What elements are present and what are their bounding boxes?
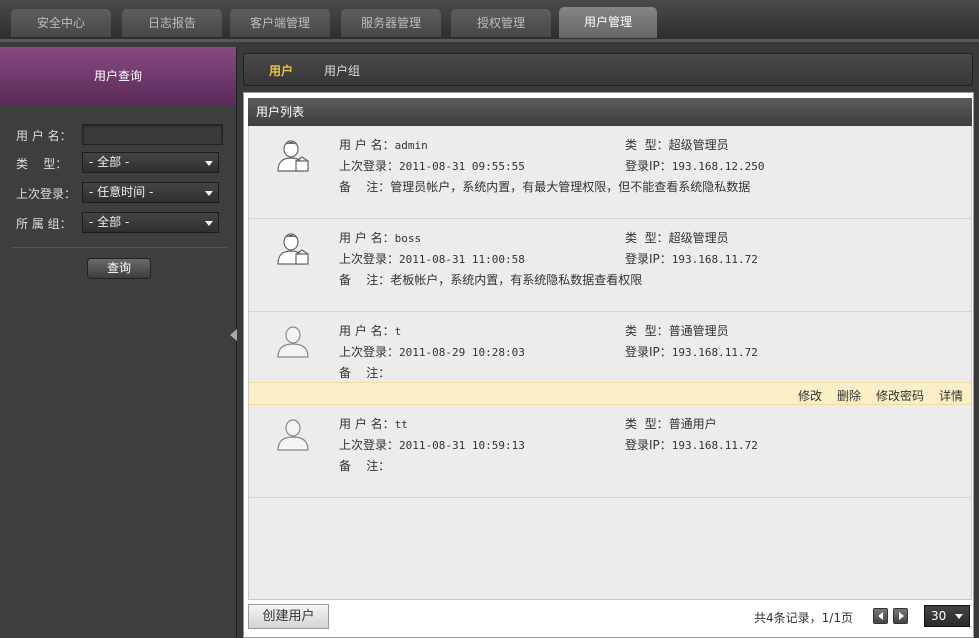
last-login-filter: 上次登录： - 任意时间 - bbox=[16, 182, 226, 204]
username-field: 用 户 名：tt bbox=[339, 417, 408, 431]
note-field: 备 注： bbox=[339, 459, 391, 473]
group-select-value: - 全部 - bbox=[89, 215, 130, 229]
admin-user-icon bbox=[277, 140, 309, 172]
username-field: 用 户 名：t bbox=[339, 324, 402, 338]
next-page-button[interactable] bbox=[893, 608, 908, 624]
delete-link[interactable]: 删除 bbox=[837, 387, 861, 404]
sidebar: 用户查询 用 户 名： 类 型： - 全部 - 上次登录： - 任意时间 - 所… bbox=[0, 47, 237, 638]
chevron-down-icon bbox=[205, 221, 213, 226]
type-select-value: - 全部 - bbox=[89, 155, 130, 169]
last-login-select[interactable]: - 任意时间 - bbox=[82, 182, 219, 203]
type-label: 类 型： bbox=[16, 157, 68, 171]
user-row[interactable]: 用 户 名：t 上次登录：2011-08-29 10:28:03 备 注： 类 … bbox=[249, 312, 971, 382]
sub-nav: 用户 用户组 bbox=[243, 53, 973, 86]
username-input[interactable] bbox=[82, 124, 223, 145]
chevron-down-icon bbox=[205, 191, 213, 196]
last-login-select-value: - 任意时间 - bbox=[89, 185, 154, 199]
user-row[interactable]: 用 户 名：tt 上次登录：2011-08-31 10:59:13 备 注： 类… bbox=[249, 405, 971, 498]
last-login-field: 上次登录：2011-08-31 09:55:55 bbox=[339, 159, 525, 173]
query-button[interactable]: 查询 bbox=[87, 258, 151, 279]
user-row[interactable]: 用 户 名：boss 上次登录：2011-08-31 11:00:58 备 注：… bbox=[249, 219, 971, 312]
type-field: 类 型：超级管理员 bbox=[625, 138, 729, 152]
create-user-button[interactable]: 创建用户 bbox=[248, 604, 329, 629]
user-row[interactable]: 用 户 名：admin 上次登录：2011-08-31 09:55:55 备 注… bbox=[249, 126, 971, 219]
type-field: 类 型：普通用户 bbox=[625, 417, 717, 431]
prev-page-button[interactable] bbox=[873, 608, 888, 624]
username-filter: 用 户 名： bbox=[16, 124, 226, 146]
last-login-field: 上次登录：2011-08-29 10:28:03 bbox=[339, 345, 525, 359]
user-icon bbox=[277, 419, 309, 451]
user-list: 用 户 名：admin 上次登录：2011-08-31 09:55:55 备 注… bbox=[248, 126, 972, 600]
note-field: 备 注： bbox=[339, 366, 391, 380]
chevron-right-icon bbox=[899, 612, 904, 620]
page-size-value: 30 bbox=[931, 609, 947, 623]
top-nav: 安全中心 日志报告 客户端管理 服务器管理 授权管理 用户管理 bbox=[0, 0, 979, 42]
subtab-user-groups[interactable]: 用户组 bbox=[324, 62, 360, 79]
page-size-select[interactable]: 30 bbox=[924, 605, 970, 627]
subtab-users[interactable]: 用户 bbox=[269, 62, 293, 79]
chevron-down-icon bbox=[955, 614, 963, 619]
sidebar-divider bbox=[12, 247, 227, 248]
login-ip-field: 登录IP：193.168.12.250 bbox=[625, 159, 765, 173]
type-field: 类 型：普通管理员 bbox=[625, 324, 729, 338]
edit-link[interactable]: 修改 bbox=[798, 387, 822, 404]
username-field: 用 户 名：admin bbox=[339, 138, 428, 152]
type-select[interactable]: - 全部 - bbox=[82, 152, 219, 173]
collapse-sidebar-icon[interactable] bbox=[230, 329, 237, 341]
tab-client-management[interactable]: 客户端管理 bbox=[230, 9, 330, 37]
login-ip-field: 登录IP：193.168.11.72 bbox=[625, 345, 758, 359]
last-login-field: 上次登录：2011-08-31 11:00:58 bbox=[339, 252, 525, 266]
username-field: 用 户 名：boss bbox=[339, 231, 422, 245]
group-label: 所 属 组： bbox=[16, 217, 72, 231]
details-link[interactable]: 详情 bbox=[939, 387, 963, 404]
tab-license-management[interactable]: 授权管理 bbox=[451, 9, 551, 37]
tab-security-center[interactable]: 安全中心 bbox=[11, 9, 111, 37]
chevron-down-icon bbox=[205, 161, 213, 166]
change-password-link[interactable]: 修改密码 bbox=[876, 387, 924, 404]
chevron-left-icon bbox=[878, 612, 883, 620]
note-field: 备 注：老板帐户，系统内置，有系统隐私数据查看权限 bbox=[339, 273, 643, 287]
row-action-bar: 修改 删除 修改密码 详情 bbox=[249, 382, 971, 405]
login-ip-field: 登录IP：193.168.11.72 bbox=[625, 438, 758, 452]
group-filter: 所 属 组： - 全部 - bbox=[16, 212, 226, 234]
tab-server-management[interactable]: 服务器管理 bbox=[341, 9, 441, 37]
username-label: 用 户 名： bbox=[16, 129, 72, 143]
sidebar-title: 用户查询 bbox=[0, 47, 236, 105]
main-panel: 用户列表 用 户 名：admin 上次登录：2011-08-31 09:55:5… bbox=[243, 92, 974, 638]
record-count: 共4条记录，1/1页 bbox=[754, 611, 853, 625]
last-login-field: 上次登录：2011-08-31 10:59:13 bbox=[339, 438, 525, 452]
type-field: 类 型：超级管理员 bbox=[625, 231, 729, 245]
user-icon bbox=[277, 326, 309, 358]
note-field: 备 注：管理员帐户，系统内置，有最大管理权限，但不能查看系统隐私数据 bbox=[339, 180, 751, 194]
tab-user-management[interactable]: 用户管理 bbox=[559, 7, 657, 38]
type-filter: 类 型： - 全部 - bbox=[16, 152, 226, 174]
user-list-title: 用户列表 bbox=[248, 98, 972, 126]
admin-user-icon bbox=[277, 233, 309, 265]
login-ip-field: 登录IP：193.168.11.72 bbox=[625, 252, 758, 266]
group-select[interactable]: - 全部 - bbox=[82, 212, 219, 233]
last-login-label: 上次登录： bbox=[16, 187, 77, 201]
tab-log-report[interactable]: 日志报告 bbox=[122, 9, 222, 37]
